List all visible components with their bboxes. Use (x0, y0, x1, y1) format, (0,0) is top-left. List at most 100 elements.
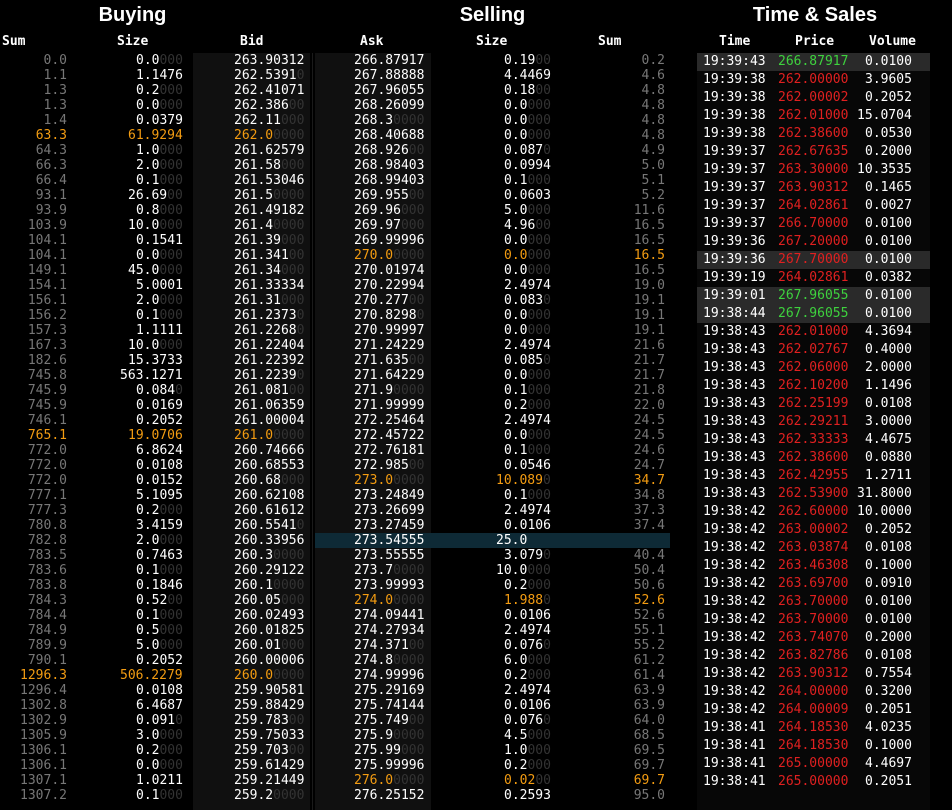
trade-row[interactable]: 19:39:01 267.96055 0.0100 (697, 287, 930, 305)
ask-row[interactable]: 275.99996 0.2000 69.7 (315, 758, 670, 773)
bid-row[interactable]: 1.4 0.0379 262.11000 (0, 113, 312, 128)
trade-row[interactable]: 19:38:41 264.18530 0.1000 (697, 737, 930, 755)
trade-row[interactable]: 19:38:42 264.00000 0.3200 (697, 683, 930, 701)
ask-row[interactable]: 272.76181 0.1000 24.6 (315, 443, 670, 458)
bid-row[interactable]: 182.6 15.3733 261.22392 (0, 353, 312, 368)
bid-row[interactable]: 93.1 26.6900 261.50000 (0, 188, 312, 203)
trade-row[interactable]: 19:39:38 262.00000 3.9605 (697, 71, 930, 89)
trade-row[interactable]: 19:38:43 262.02767 0.4000 (697, 341, 930, 359)
ask-row[interactable]: 269.96000 5.0000 11.6 (315, 203, 670, 218)
bid-row[interactable]: 1.1 1.1476 262.53910 (0, 68, 312, 83)
trade-row[interactable]: 19:38:41 265.00000 4.4697 (697, 755, 930, 773)
ask-row[interactable]: 269.95500 0.0603 5.2 (315, 188, 670, 203)
bid-row[interactable]: 784.9 0.5000 260.01825 (0, 623, 312, 638)
ask-row[interactable]: 276.00000 0.0200 69.7 (315, 773, 670, 788)
ask-row[interactable]: 275.29169 2.4974 63.9 (315, 683, 670, 698)
buy-sum-column-header[interactable]: Sum (2, 34, 25, 49)
ask-row[interactable]: 275.74900 0.0760 64.0 (315, 713, 670, 728)
trade-row[interactable]: 19:39:43 266.87917 0.0100 (697, 53, 930, 71)
ask-row[interactable]: 272.98500 0.0546 24.7 (315, 458, 670, 473)
trade-row[interactable]: 19:39:37 266.70000 0.0100 (697, 215, 930, 233)
ask-row[interactable]: 270.82980 0.0000 19.1 (315, 308, 670, 323)
bid-row[interactable]: 1296.4 0.0108 259.90581 (0, 683, 312, 698)
bid-row[interactable]: 66.3 2.0000 261.58000 (0, 158, 312, 173)
bid-row[interactable]: 783.8 0.1846 260.10000 (0, 578, 312, 593)
ask-row[interactable]: 271.90000 0.1000 21.8 (315, 383, 670, 398)
ask-row[interactable]: 268.26099 0.0000 4.8 (315, 98, 670, 113)
buy-size-column-header[interactable]: Size (117, 34, 148, 49)
trade-row[interactable]: 19:38:41 264.18530 4.0235 (697, 719, 930, 737)
ask-row[interactable]: 273.54555 25.0 (315, 533, 670, 548)
trade-row[interactable]: 19:38:43 262.06000 2.0000 (697, 359, 930, 377)
time-column-header[interactable]: Time (719, 34, 750, 49)
bid-row[interactable]: 745.8 563.1271 261.22390 (0, 368, 312, 383)
bid-row[interactable]: 745.9 0.0840 261.08100 (0, 383, 312, 398)
bid-row[interactable]: 784.4 0.1000 260.02493 (0, 608, 312, 623)
ask-row[interactable]: 270.01974 0.0000 16.5 (315, 263, 670, 278)
volume-column-header[interactable]: Volume (869, 34, 916, 49)
bid-row[interactable]: 64.3 1.0000 261.62579 (0, 143, 312, 158)
bid-row[interactable]: 93.9 0.8000 261.49182 (0, 203, 312, 218)
trade-row[interactable]: 19:38:42 263.70000 0.0100 (697, 593, 930, 611)
sell-size-column-header[interactable]: Size (476, 34, 507, 49)
bid-row[interactable]: 745.9 0.0169 261.06359 (0, 398, 312, 413)
bid-row[interactable]: 1306.1 0.2000 259.70300 (0, 743, 312, 758)
bid-row[interactable]: 772.0 0.0152 260.68000 (0, 473, 312, 488)
bid-row[interactable]: 765.1 19.0706 261.00000 (0, 428, 312, 443)
ask-row[interactable]: 270.27700 0.0830 19.1 (315, 293, 670, 308)
bid-column-header[interactable]: Bid (240, 34, 263, 49)
bid-row[interactable]: 790.1 0.2052 260.00006 (0, 653, 312, 668)
bid-row[interactable]: 772.0 6.8624 260.74666 (0, 443, 312, 458)
trade-row[interactable]: 19:38:42 263.00002 0.2052 (697, 521, 930, 539)
trade-row[interactable]: 19:38:44 267.96055 0.0100 (697, 305, 930, 323)
bid-row[interactable]: 1.3 0.0000 262.38600 (0, 98, 312, 113)
bid-row[interactable]: 1307.2 0.1000 259.20000 (0, 788, 312, 803)
bid-row[interactable]: 63.3 61.9294 262.00000 (0, 128, 312, 143)
trade-row[interactable]: 19:39:36 267.70000 0.0100 (697, 251, 930, 269)
trade-row[interactable]: 19:39:37 262.67635 0.2000 (697, 143, 930, 161)
bid-row[interactable]: 156.1 2.0000 261.31000 (0, 293, 312, 308)
ask-row[interactable]: 268.92600 0.0870 4.9 (315, 143, 670, 158)
bid-row[interactable]: 1306.1 0.0000 259.61429 (0, 758, 312, 773)
ask-row[interactable]: 272.25464 2.4974 24.5 (315, 413, 670, 428)
trade-row[interactable]: 19:38:42 263.46308 0.1000 (697, 557, 930, 575)
ask-row[interactable]: 274.09441 0.0106 52.6 (315, 608, 670, 623)
trade-row[interactable]: 19:38:43 262.25199 0.0108 (697, 395, 930, 413)
ask-row[interactable]: 273.99993 0.2000 50.6 (315, 578, 670, 593)
bid-row[interactable]: 783.6 0.1000 260.29122 (0, 563, 312, 578)
trade-row[interactable]: 19:38:42 264.00009 0.2051 (697, 701, 930, 719)
ask-column-header[interactable]: Ask (360, 34, 383, 49)
trade-row[interactable]: 19:39:37 264.02861 0.0027 (697, 197, 930, 215)
trade-row[interactable]: 19:38:42 263.69700 0.0910 (697, 575, 930, 593)
ask-row[interactable]: 268.30000 0.0000 4.8 (315, 113, 670, 128)
trade-row[interactable]: 19:38:43 262.42955 1.2711 (697, 467, 930, 485)
bid-row[interactable]: 156.2 0.1000 261.23730 (0, 308, 312, 323)
ask-row[interactable]: 271.63500 0.0850 21.7 (315, 353, 670, 368)
ask-row[interactable]: 268.40688 0.0000 4.8 (315, 128, 670, 143)
bid-row[interactable]: 746.1 0.2052 261.00004 (0, 413, 312, 428)
bid-row[interactable]: 1307.1 1.0211 259.21449 (0, 773, 312, 788)
ask-row[interactable]: 270.99997 0.0000 19.1 (315, 323, 670, 338)
bid-row[interactable]: 1305.9 3.0000 259.75033 (0, 728, 312, 743)
bid-row[interactable]: 1296.3 506.2279 260.00000 (0, 668, 312, 683)
bid-row[interactable]: 157.3 1.1111 261.22680 (0, 323, 312, 338)
sell-sum-column-header[interactable]: Sum (598, 34, 621, 49)
ask-row[interactable]: 273.55555 3.0790 40.4 (315, 548, 670, 563)
ask-row[interactable]: 270.00000 0.0000 16.5 (315, 248, 670, 263)
trade-row[interactable]: 19:38:42 263.70000 0.0100 (697, 611, 930, 629)
trade-row[interactable]: 19:39:38 262.38600 0.0530 (697, 125, 930, 143)
bid-row[interactable]: 1302.8 6.4687 259.88429 (0, 698, 312, 713)
ask-row[interactable]: 267.96055 0.1800 4.8 (315, 83, 670, 98)
trade-row[interactable]: 19:38:42 263.03874 0.0108 (697, 539, 930, 557)
ask-row[interactable]: 274.99996 0.2000 61.4 (315, 668, 670, 683)
ask-row[interactable]: 274.80000 6.0000 61.2 (315, 653, 670, 668)
ask-row[interactable]: 276.25152 0.2593 95.0 (315, 788, 670, 803)
ask-row[interactable]: 266.87917 0.1900 0.2 (315, 53, 670, 68)
ask-row[interactable]: 273.00000 10.0890 34.7 (315, 473, 670, 488)
trade-row[interactable]: 19:38:43 262.29211 3.0000 (697, 413, 930, 431)
ask-row[interactable]: 273.26699 2.4974 37.3 (315, 503, 670, 518)
bid-row[interactable]: 1.3 0.2000 262.41071 (0, 83, 312, 98)
trade-row[interactable]: 19:39:36 267.20000 0.0100 (697, 233, 930, 251)
ask-row[interactable]: 269.97000 4.9600 16.5 (315, 218, 670, 233)
ask-row[interactable]: 274.00000 1.9880 52.6 (315, 593, 670, 608)
